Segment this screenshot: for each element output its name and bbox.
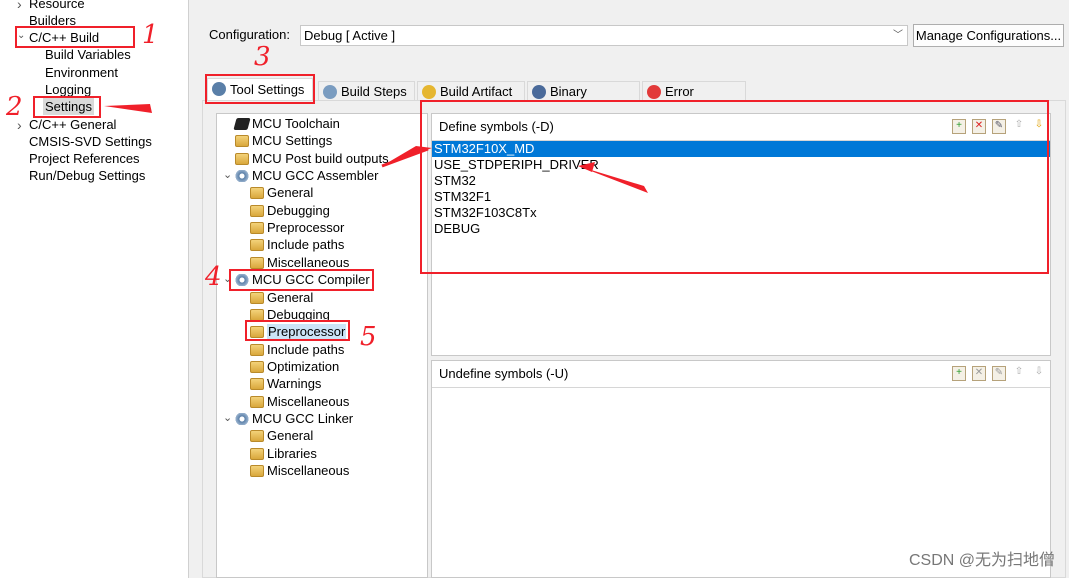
- watermark: CSDN @无为扫地僧: [908, 552, 1055, 569]
- annotation-arrow: [104, 96, 152, 113]
- annotation-arrows: [104, 96, 648, 193]
